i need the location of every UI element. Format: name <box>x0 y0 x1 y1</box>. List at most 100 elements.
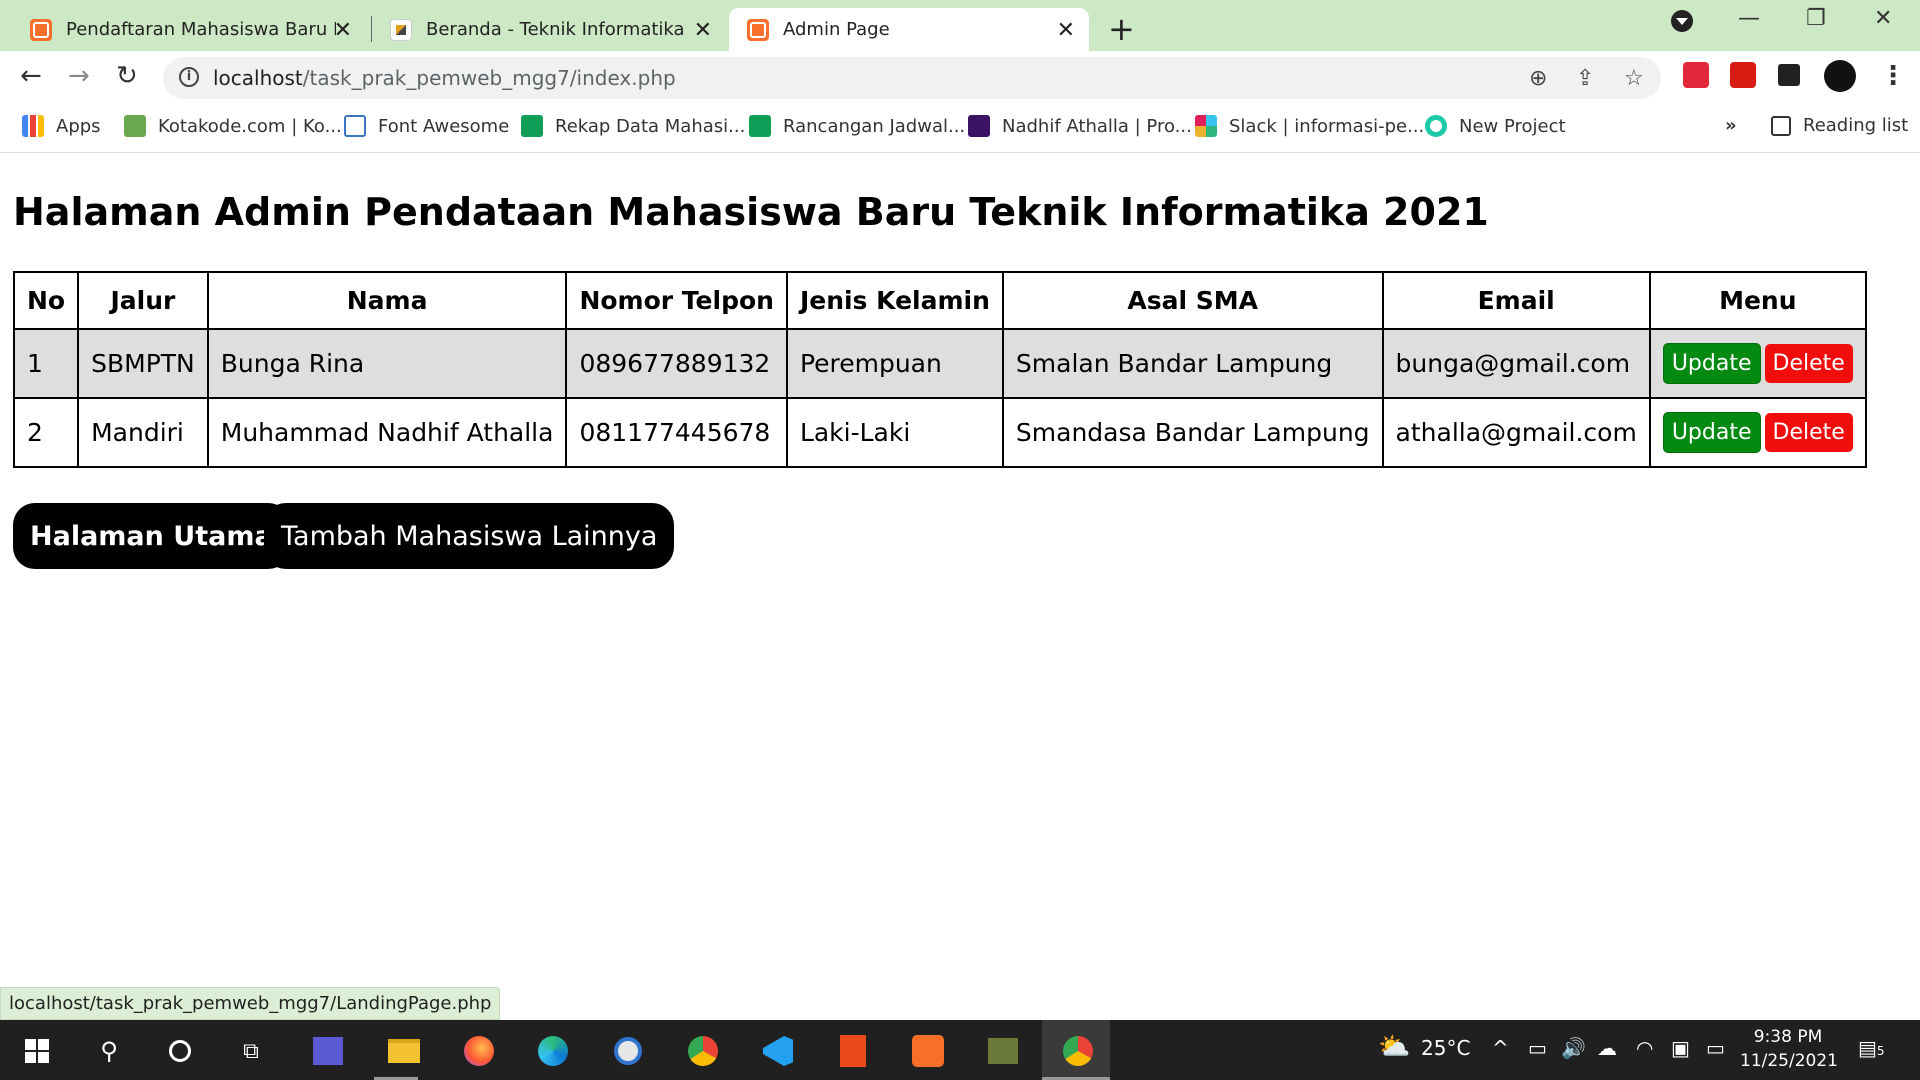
xampp-icon <box>747 18 769 41</box>
wifi-icon[interactable]: ◠ <box>1636 1036 1653 1060</box>
search-icon[interactable]: ⚲ <box>92 1034 126 1068</box>
xampp-icon <box>30 18 52 41</box>
address-bar[interactable]: i localhost/task_prak_pemweb_mgg7/index.… <box>163 57 1661 99</box>
profile-avatar[interactable] <box>1824 60 1856 92</box>
chevron-up-icon[interactable]: ^ <box>1492 1036 1509 1060</box>
bookmark-slack[interactable]: Slack | informasi-pe... <box>1195 115 1424 137</box>
cell-telpon: 081177445678 <box>565 397 788 468</box>
chrome-icon[interactable] <box>686 1034 720 1068</box>
task-view-icon[interactable]: ⧉ <box>234 1034 268 1068</box>
table-row: 2 Mandiri Muhammad Nadhif Athalla 081177… <box>12 397 1867 468</box>
cortana-icon[interactable] <box>163 1034 197 1068</box>
cell-telpon: 089677889132 <box>565 328 788 399</box>
column-header: Email <box>1381 271 1651 330</box>
minimize-icon[interactable]: — <box>1738 6 1760 31</box>
window-close-icon[interactable]: ✕ <box>1874 6 1892 31</box>
forward-arrow-icon[interactable]: → <box>68 63 90 89</box>
weather-icon[interactable]: ⛅ <box>1378 1032 1410 1062</box>
bookmark-star-icon[interactable]: ☆ <box>1624 66 1644 91</box>
url-host: localhost <box>213 66 303 90</box>
reload-icon[interactable]: ↻ <box>116 63 138 89</box>
reading-list-label: Reading list <box>1803 115 1909 136</box>
cell-jalur: Mandiri <box>77 397 209 468</box>
back-arrow-icon[interactable]: ← <box>20 63 42 89</box>
table-header-row: No Jalur Nama Nomor Telpon Jenis Kelamin… <box>12 271 1867 330</box>
home-button[interactable]: Halaman Utama <box>13 503 290 569</box>
extension-red-icon[interactable] <box>1683 62 1709 88</box>
add-student-button[interactable]: Tambah Mahasiswa Lainnya <box>264 503 675 569</box>
office-icon[interactable] <box>836 1034 870 1068</box>
tab-admin-page[interactable]: Admin Page ✕ <box>729 8 1089 51</box>
restore-icon[interactable]: ❐ <box>1806 6 1826 31</box>
edge-icon[interactable] <box>536 1034 570 1068</box>
reading-list-icon <box>1771 115 1791 136</box>
volume-icon[interactable]: 🔊 <box>1561 1036 1586 1060</box>
visual-studio-icon[interactable] <box>311 1034 345 1068</box>
bookmark-new-project[interactable]: New Project <box>1425 115 1566 137</box>
bookmark-apps[interactable]: Apps <box>22 115 101 137</box>
onedrive-icon[interactable]: ☁ <box>1597 1036 1617 1060</box>
page-content: Halaman Admin Pendataan Mahasiswa Baru T… <box>0 154 1920 1020</box>
bookmark-rancangan-jadwal[interactable]: Rancangan Jadwal... <box>749 115 965 137</box>
bookmark-label: Rekap Data Mahasi... <box>555 115 746 137</box>
bookmark-label: Nadhif Athalla | Pro... <box>1002 115 1192 137</box>
close-icon[interactable]: ✕ <box>334 18 352 43</box>
tab-search-icon[interactable] <box>1671 10 1693 32</box>
book-app-icon[interactable] <box>986 1034 1020 1068</box>
chrome-active-icon[interactable] <box>1061 1034 1095 1068</box>
new-tab-plus-icon[interactable]: + <box>1108 10 1135 48</box>
file-explorer-icon[interactable] <box>387 1034 421 1068</box>
tab-title: Admin Page <box>783 19 890 40</box>
meet-now-icon[interactable]: ▭ <box>1528 1036 1547 1060</box>
cell-email: bunga@gmail.com <box>1381 328 1651 399</box>
tab-pendaftaran[interactable]: Pendaftaran Mahasiswa Baru IF 2 ✕ <box>14 8 366 51</box>
taskbar-clock[interactable]: 9:38 PM 11/25/2021 <box>1740 1025 1838 1073</box>
weather-temp[interactable]: 25°C <box>1421 1036 1470 1060</box>
close-icon[interactable]: ✕ <box>694 18 712 43</box>
cell-kelamin: Laki-Laki <box>785 397 1004 468</box>
xampp-icon[interactable] <box>911 1034 945 1068</box>
clock-date: 11/25/2021 <box>1740 1051 1838 1071</box>
flag-icon <box>344 115 366 137</box>
tab-beranda[interactable]: Beranda - Teknik Informatika ✕ <box>374 8 726 51</box>
menu-kebab-icon[interactable]: ⋮ <box>1880 63 1906 89</box>
bookmark-nadhif-athalla[interactable]: Nadhif Athalla | Pro... <box>968 115 1192 137</box>
column-header: Jenis Kelamin <box>785 271 1004 330</box>
bookmark-rekap-data[interactable]: Rekap Data Mahasi... <box>521 115 745 137</box>
portfolio-icon <box>968 115 990 137</box>
bookmark-kotakode[interactable]: Kotakode.com | Ko... <box>124 115 342 137</box>
bookmarks-bar: Apps Kotakode.com | Ko... Font Awesome R… <box>0 103 1920 153</box>
table-row: 1 SBMPTN Bunga Rina 089677889132 Perempu… <box>12 328 1867 399</box>
battery-icon[interactable]: ▭ <box>1706 1036 1725 1060</box>
column-header: Jalur <box>77 271 209 330</box>
snip-sketch-icon[interactable] <box>611 1034 645 1068</box>
bookmark-font-awesome[interactable]: Font Awesome <box>344 115 509 137</box>
windows-start-icon[interactable] <box>20 1034 54 1068</box>
delete-button[interactable]: Delete <box>1764 344 1853 383</box>
page-title: Halaman Admin Pendataan Mahasiswa Baru T… <box>13 190 1489 234</box>
notification-icon[interactable]: ▤5 <box>1858 1036 1885 1060</box>
bookmarks-overflow-chevron-icon[interactable]: » <box>1725 115 1737 136</box>
cell-jalur: SBMPTN <box>77 328 209 399</box>
cell-nama: Bunga Rina <box>206 328 568 399</box>
reading-list-button[interactable]: Reading list <box>1771 115 1908 136</box>
close-icon[interactable]: ✕ <box>1057 18 1075 43</box>
cell-nama: Muhammad Nadhif Athalla <box>206 397 568 468</box>
delete-button[interactable]: Delete <box>1764 413 1853 452</box>
url-text[interactable]: localhost/task_prak_pemweb_mgg7/index.ph… <box>213 66 676 90</box>
bookmark-label: Slack | informasi-pe... <box>1229 115 1425 137</box>
tab-strip: Pendaftaran Mahasiswa Baru IF 2 ✕ Berand… <box>0 0 1920 51</box>
update-button[interactable]: Update <box>1662 343 1761 384</box>
share-icon[interactable]: ⇪ <box>1576 66 1594 91</box>
firefox-icon[interactable] <box>462 1034 496 1068</box>
vscode-icon[interactable] <box>761 1034 795 1068</box>
zoom-icon[interactable]: ⊕ <box>1529 66 1547 91</box>
site-info-icon[interactable]: i <box>179 67 199 87</box>
bookmark-label: Kotakode.com | Ko... <box>158 115 342 137</box>
column-header: Asal SMA <box>1001 271 1384 330</box>
pdf-extension-icon[interactable] <box>1730 62 1756 88</box>
display-icon[interactable]: ▣ <box>1671 1036 1690 1060</box>
bookmark-label: Apps <box>56 115 101 137</box>
update-button[interactable]: Update <box>1662 412 1761 453</box>
extensions-puzzle-icon[interactable] <box>1778 64 1800 86</box>
